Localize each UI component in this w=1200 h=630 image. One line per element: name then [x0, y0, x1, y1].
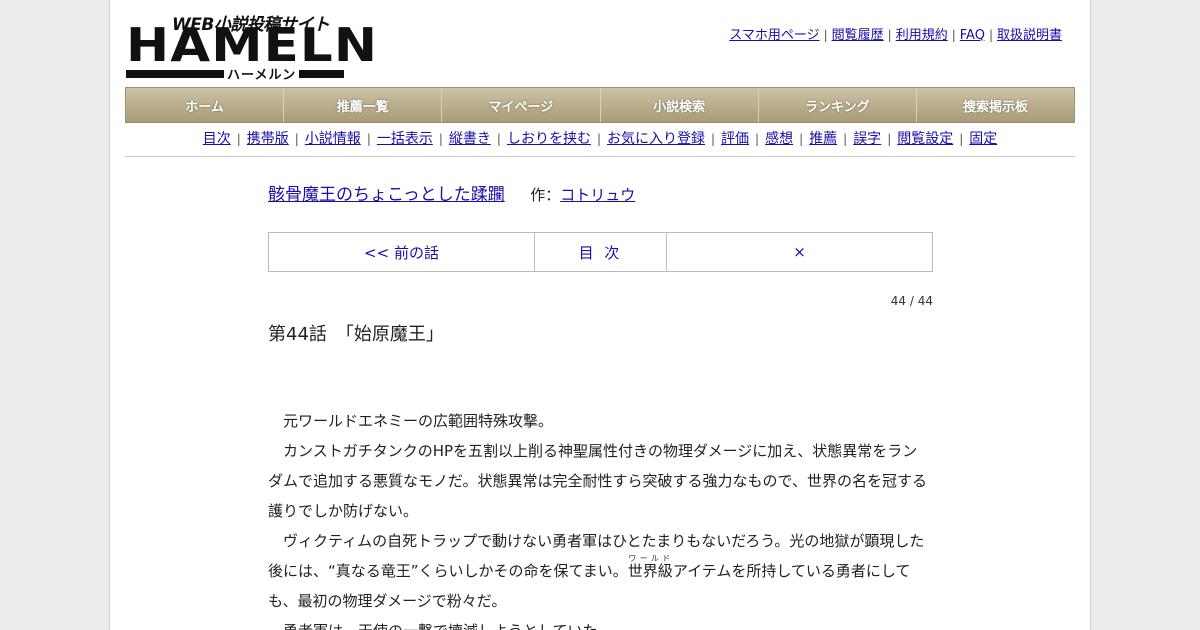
nav-recommend-list[interactable]: 推薦一覧	[284, 88, 443, 122]
chapter-pager: << 前の話 目 次 ×	[268, 232, 933, 272]
nav-mypage[interactable]: マイページ	[442, 88, 601, 122]
author-label: 作：	[530, 186, 561, 204]
link-history[interactable]: 閲覧履歴	[832, 28, 884, 43]
link-smartphone[interactable]: スマホ用ページ	[729, 28, 819, 43]
novel-title-link[interactable]: 骸骨魔王のちょこっとした蹂躙	[268, 185, 505, 205]
chapter-count: 44 / 44	[890, 294, 933, 308]
subnav-comments[interactable]: 感想	[765, 131, 793, 147]
body-paragraph: ヴィクティムの自死トラップで動けない勇者軍はひとたまりもないだろう。光の地獄が顕…	[268, 532, 925, 610]
hameln-logo[interactable]: WEB小説投稿サイト HAMELN ハーメルン	[126, 8, 377, 83]
toc-button[interactable]: 目 次	[535, 233, 667, 271]
main-content: 骸骨魔王のちょこっとした蹂躙 作：コトリュウ << 前の話 目 次 × 44 /…	[268, 180, 933, 630]
subnav-favorite[interactable]: お気に入り登録	[607, 131, 705, 147]
subnav-novel-info[interactable]: 小説情報	[305, 131, 361, 147]
author-link[interactable]: コトリュウ	[560, 186, 635, 204]
divider	[125, 156, 1075, 157]
body-paragraph: 元ワールドエネミーの広範囲特殊攻撃。	[283, 412, 554, 430]
subnav-show-all[interactable]: 一括表示	[377, 131, 433, 147]
main-nav: ホーム 推薦一覧 マイページ 小説検索 ランキング 捜索掲示板	[125, 87, 1075, 123]
nav-novel-search[interactable]: 小説検索	[601, 88, 759, 122]
subnav-recommend[interactable]: 推薦	[809, 131, 837, 147]
ruby-world-class: 世界級ワールド	[627, 554, 673, 580]
subnav-typo[interactable]: 誤字	[853, 131, 881, 147]
link-terms[interactable]: 利用規約	[896, 28, 948, 43]
body-paragraph: 勇者軍は、天使の一撃で壊滅しようとしていた。	[268, 616, 932, 630]
subnav-vertical[interactable]: 縦書き	[449, 131, 491, 147]
subnav-bookmark[interactable]: しおりを挟む	[507, 131, 591, 147]
sub-nav: 目次 | 携帯版 | 小説情報 | 一括表示 | 縦書き | しおりを挟む | お気に入り登録 | 評価 | 感…	[202, 131, 998, 147]
link-manual[interactable]: 取扱説明書	[997, 28, 1062, 43]
subnav-view-settings[interactable]: 閲覧設定	[897, 131, 953, 147]
subnav-rating[interactable]: 評価	[721, 131, 749, 147]
logo-kana: ハーメルン	[224, 64, 300, 83]
body-paragraph: カンストガチタンクのHPを五割以上削る神聖属性付きの物理ダメージに加え、状態異常…	[268, 442, 927, 520]
chapter-title: 第44話 「始原魔王」	[268, 324, 444, 345]
nav-search-board[interactable]: 捜索掲示板	[917, 88, 1074, 122]
link-faq[interactable]: FAQ	[960, 28, 985, 43]
nav-home[interactable]: ホーム	[126, 88, 285, 122]
top-links: スマホ用ページ | 閲覧履歴 | 利用規約 | FAQ | 取扱説明書	[729, 28, 1062, 43]
subnav-mobile[interactable]: 携帯版	[247, 131, 289, 147]
novel-header: 骸骨魔王のちょこっとした蹂躙 作：コトリュウ	[268, 180, 933, 205]
chapter-body: 元ワールドエネミーの広範囲特殊攻撃。 カンストガチタンクのHPを五割以上削る神聖…	[268, 406, 932, 630]
subnav-toc[interactable]: 目次	[203, 131, 231, 147]
prev-chapter-button[interactable]: << 前の話	[269, 233, 535, 271]
subnav-pin[interactable]: 固定	[969, 131, 997, 147]
page-container: WEB小説投稿サイト HAMELN ハーメルン スマホ用ページ | 閲覧履歴 | 利用規…	[109, 0, 1091, 630]
close-icon[interactable]: ×	[667, 233, 932, 271]
nav-ranking[interactable]: ランキング	[759, 88, 917, 122]
logo-wordmark: HAMELN	[126, 18, 379, 72]
